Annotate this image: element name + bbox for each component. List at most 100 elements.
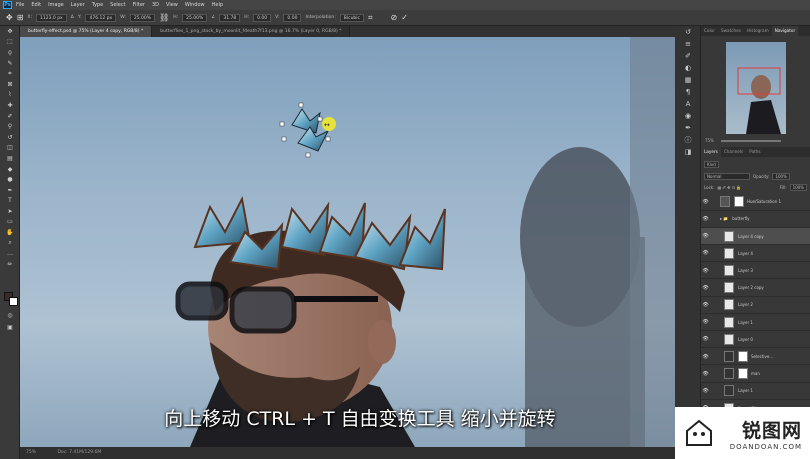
x-field[interactable]: 1123.0 px [36, 13, 67, 22]
paragraph-icon[interactable]: ¶ [675, 86, 701, 98]
layer-row[interactable]: 👁 Layer 1 [701, 314, 810, 331]
blend-mode-select[interactable]: Normal [704, 172, 750, 180]
layers-comp-icon[interactable]: ◨ [675, 146, 701, 158]
reference-point-icon[interactable]: ⊞ [17, 13, 24, 22]
hand-tool-icon[interactable]: ✋ [0, 227, 20, 238]
link-icon[interactable]: ⛓ [159, 13, 169, 22]
tab-butterfly-effect[interactable]: butterfly-effect.psd @ 75% (Layer 4 copy… [20, 26, 153, 37]
tab-histogram[interactable]: Histogram [744, 26, 772, 36]
channels-icon[interactable]: ◉ [675, 110, 701, 122]
character-icon[interactable]: A [675, 98, 701, 110]
tab-color[interactable]: Color [701, 26, 718, 36]
more-tools-icon[interactable]: … [0, 248, 20, 259]
y-field[interactable]: 476.12 px [85, 13, 117, 22]
eyedropper-tool-icon[interactable]: ⌇ [0, 90, 20, 101]
crop-tool-icon[interactable]: ⌗ [0, 68, 20, 79]
visibility-eye-icon[interactable]: 👁 [701, 233, 710, 239]
menu-image[interactable]: Image [48, 2, 64, 8]
menu-filter[interactable]: Filter [133, 2, 145, 8]
brush-tool-icon[interactable]: ✐ [0, 111, 20, 122]
tab-swatches[interactable]: Swatches [718, 26, 744, 36]
visibility-eye-icon[interactable]: 👁 [701, 371, 710, 377]
tab-butterflies-stock[interactable]: butterflies_1_png_stock_by_moonlit_fdeat… [152, 26, 351, 37]
path-select-tool-icon[interactable]: ➤ [0, 206, 20, 217]
visibility-eye-icon[interactable]: 👁 [701, 354, 710, 360]
visibility-eye-icon[interactable]: 👁 [701, 388, 710, 394]
warp-icon[interactable]: ⌗ [368, 13, 373, 23]
layer-row[interactable]: 👁 Hue/Saturation 1 [701, 194, 810, 211]
zoom-tool-icon[interactable]: ⌕ [0, 238, 20, 249]
vskew-field[interactable]: 0.00 [283, 13, 302, 22]
menu-select[interactable]: Select [110, 2, 125, 8]
layer-mask-thumbnail[interactable] [738, 351, 748, 363]
history-brush-icon[interactable]: ↺ [0, 132, 20, 143]
visibility-eye-icon[interactable]: 👁 [701, 302, 710, 308]
layer-row[interactable]: 👁 man [701, 366, 810, 383]
visibility-eye-icon[interactable]: 👁 [701, 216, 710, 222]
layer-row[interactable]: 👁 Layer 0 [701, 332, 810, 349]
navigator-zoom-slider[interactable] [721, 140, 782, 142]
folder-icon[interactable]: ▸ 📁 [720, 216, 728, 221]
width-field[interactable]: 25.00% [129, 13, 156, 22]
visibility-eye-icon[interactable]: 👁 [701, 199, 710, 205]
gradient-tool-icon[interactable]: ▤ [0, 153, 20, 164]
paths-icon[interactable]: ✒ [675, 122, 701, 134]
type-tool-icon[interactable]: T [0, 196, 20, 207]
libraries-icon[interactable]: ▦ [675, 74, 701, 86]
brush-settings-icon[interactable]: ✐ [675, 50, 701, 62]
menu-edit[interactable]: Edit [31, 2, 41, 8]
commit-check-icon[interactable]: ✓ [401, 13, 408, 22]
layer-row[interactable]: 👁 Selective... [701, 349, 810, 366]
tab-paths[interactable]: Paths [746, 147, 763, 157]
layer-row[interactable]: 👁 ▸ 📁 butterfly [701, 211, 810, 228]
angle-field[interactable]: 31.78 [219, 13, 241, 22]
move-tool-icon[interactable]: ✥ [0, 26, 20, 37]
history-icon[interactable]: ↺ [675, 26, 701, 38]
edit-toolbar-icon[interactable]: ✏ [0, 259, 20, 270]
height-field[interactable]: 25.00% [182, 13, 208, 22]
menu-3d[interactable]: 3D [152, 2, 159, 8]
dodge-tool-icon[interactable]: ● [0, 174, 20, 185]
tab-channels[interactable]: Channels [721, 147, 746, 157]
adjustments-icon[interactable]: ◐ [675, 62, 701, 74]
fill-field[interactable]: 100% [789, 183, 807, 191]
layer-row[interactable]: 👁 Layer 3 [701, 263, 810, 280]
tab-layers[interactable]: Layers [701, 147, 721, 157]
hskew-field[interactable]: 0.00 [253, 13, 272, 22]
lasso-tool-icon[interactable]: ϙ [0, 47, 20, 58]
layer-row[interactable]: 👁 Layer 4 [701, 246, 810, 263]
layer-row[interactable]: 👁 Layer 4 copy [701, 228, 810, 245]
visibility-eye-icon[interactable]: 👁 [701, 319, 710, 325]
menu-type[interactable]: Type [92, 2, 103, 8]
layer-row[interactable]: 👁 Layer 2 copy [701, 280, 810, 297]
menu-file[interactable]: File [16, 2, 24, 8]
marquee-tool-icon[interactable]: ⬚ [0, 37, 20, 48]
visibility-eye-icon[interactable]: 👁 [701, 250, 710, 256]
layer-row[interactable]: 👁 Layer 2 [701, 297, 810, 314]
eraser-tool-icon[interactable]: ◫ [0, 143, 20, 154]
cancel-icon[interactable]: ⊘ [391, 13, 398, 22]
menu-window[interactable]: Window [185, 2, 205, 8]
lock-icons[interactable]: ▦ ✐ ✥ ⊡ 🔒 [717, 185, 741, 190]
tab-navigator[interactable]: Navigator [771, 26, 799, 36]
screen-mode-icon[interactable]: ▣ [0, 322, 20, 333]
background-color-swatch[interactable] [9, 297, 18, 306]
properties-icon[interactable]: ≡ [675, 38, 701, 50]
pen-tool-icon[interactable]: ✒ [0, 185, 20, 196]
visibility-eye-icon[interactable]: 👁 [701, 268, 710, 274]
layer-mask-thumbnail[interactable] [738, 368, 748, 380]
kind-filter-select[interactable]: Kind [704, 160, 719, 168]
healing-tool-icon[interactable]: ✚ [0, 100, 20, 111]
quick-select-tool-icon[interactable]: ✎ [0, 58, 20, 69]
navigator-preview[interactable] [726, 42, 786, 134]
opacity-field[interactable]: 100% [772, 172, 790, 180]
menu-layer[interactable]: Layer [71, 2, 85, 8]
layer-row[interactable]: 👁 Layer 1 [701, 383, 810, 400]
stamp-tool-icon[interactable]: ⚲ [0, 121, 20, 132]
layer-mask-thumbnail[interactable] [734, 196, 744, 208]
blur-tool-icon[interactable]: ◆ [0, 164, 20, 175]
visibility-eye-icon[interactable]: 👁 [701, 285, 710, 291]
document-canvas[interactable]: ↔ [20, 37, 675, 447]
frame-tool-icon[interactable]: ⊠ [0, 79, 20, 90]
info-icon[interactable]: ⓘ [675, 134, 701, 146]
